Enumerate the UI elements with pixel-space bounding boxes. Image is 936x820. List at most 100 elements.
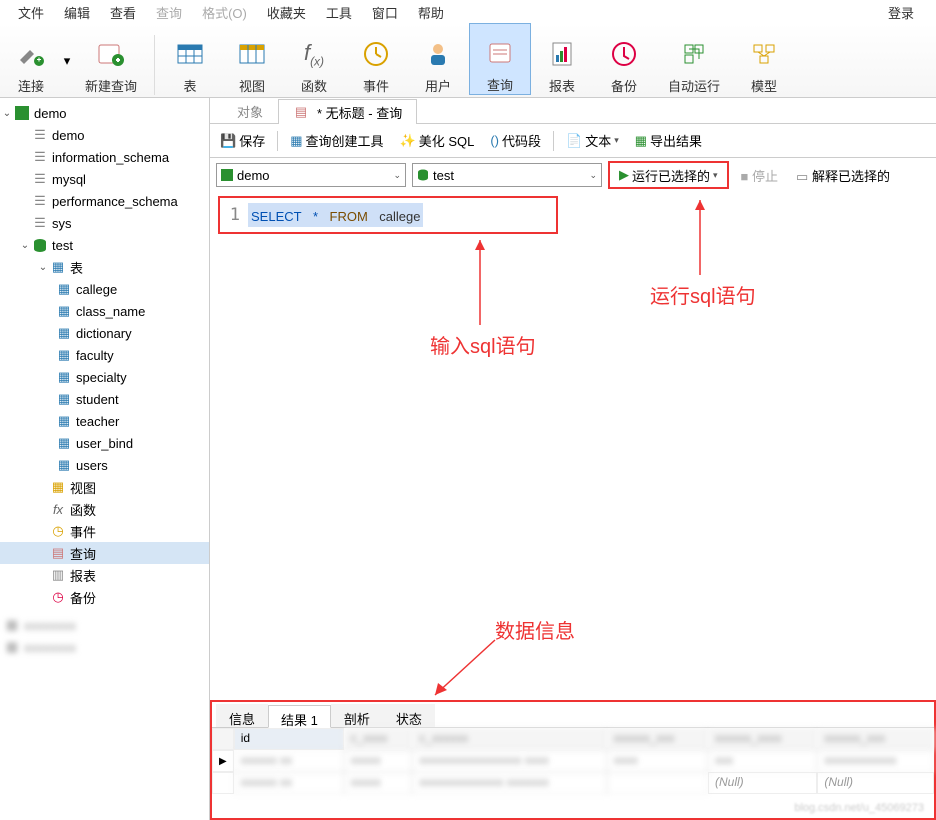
btn-save[interactable]: 💾保存 <box>216 128 269 153</box>
menu-file[interactable]: 文件 <box>8 0 54 26</box>
results-tab-info[interactable]: 信息 <box>216 704 268 727</box>
menu-tools[interactable]: 工具 <box>316 0 362 26</box>
grid-cell-blurred: xxxxx <box>344 772 413 794</box>
menu-view[interactable]: 查看 <box>100 0 146 26</box>
tree-table-faculty[interactable]: ▦faculty <box>0 344 209 366</box>
tree-db-sys[interactable]: ☰sys <box>0 212 209 234</box>
database-icon: ☰ <box>32 193 48 209</box>
tool-model[interactable]: 模型 <box>733 23 795 95</box>
btn-text[interactable]: 📄文本▾ <box>562 128 623 153</box>
tree-db-demo[interactable]: ☰demo <box>0 124 209 146</box>
tool-view-label: 视图 <box>239 76 265 95</box>
tree-db-mysql[interactable]: ☰mysql <box>0 168 209 190</box>
btn-code-snippet[interactable]: ()代码段 <box>486 128 545 153</box>
tree-db-label: demo <box>52 128 85 143</box>
grid-row[interactable]: ▶ xxxxxx xx xxxxx xxxxxxxxxxxxxxxxx xxxx… <box>212 750 934 772</box>
results-grid[interactable]: id c_xxxx c_xxxxxx xxxxxx_xxx xxxxxx_xxx… <box>212 728 934 794</box>
btn-beautify-sql[interactable]: ✨美化 SQL <box>396 128 479 153</box>
menu-query[interactable]: 查询 <box>146 0 192 26</box>
tool-report-label: 报表 <box>549 76 575 95</box>
results-tab-status[interactable]: 状态 <box>383 704 435 727</box>
tree-table-teacher[interactable]: ▦teacher <box>0 410 209 432</box>
menu-favorites[interactable]: 收藏夹 <box>257 0 316 26</box>
tool-user[interactable]: 用户 <box>407 23 469 95</box>
tree-db-label: performance_schema <box>52 194 178 209</box>
grid-row[interactable]: xxxxxx xx xxxxx xxxxxxxxxxxxxx xxxxxxx (… <box>212 772 934 794</box>
report-folder-icon: ▥ <box>50 567 66 583</box>
tree-table-callege[interactable]: ▦callege <box>0 278 209 300</box>
sql-star: * <box>313 209 318 224</box>
tree-db-test[interactable]: ⌄ test <box>0 234 209 256</box>
database-icon: ☰ <box>32 171 48 187</box>
tree-connection-demo[interactable]: ⌄ demo <box>0 102 209 124</box>
tree-table-userbind[interactable]: ▦user_bind <box>0 432 209 454</box>
user-icon <box>422 38 454 70</box>
tree-table-student[interactable]: ▦ student <box>0 388 209 410</box>
tool-query-label: 查询 <box>487 75 513 94</box>
tree-db-perfschema[interactable]: ☰ performance_schema <box>0 190 209 212</box>
backup-folder-icon: ◷ <box>50 589 66 605</box>
snippet-icon: () <box>490 133 499 148</box>
tree-table-label: user_bind <box>76 436 133 451</box>
tree-functions-folder[interactable]: fx函数 <box>0 498 209 520</box>
tree-folder-label: 事件 <box>70 522 96 541</box>
tree-tables-folder[interactable]: ⌄▦表 <box>0 256 209 278</box>
menubar: 文件 编辑 查看 查询 格式(O) 收藏夹 工具 窗口 帮助 登录 <box>0 0 936 24</box>
btn-export-results[interactable]: ▦导出结果 <box>631 128 706 153</box>
results-tab-result1[interactable]: 结果 1 <box>268 705 331 728</box>
tool-event[interactable]: 事件 <box>345 23 407 95</box>
btn-run-selected[interactable]: ▶ 运行已选择的 ▾ <box>611 164 726 186</box>
expander-icon[interactable]: ⌄ <box>0 108 14 119</box>
tree-reports-folder[interactable]: ▥报表 <box>0 564 209 586</box>
results-tab-profile[interactable]: 剖析 <box>331 704 383 727</box>
tree-views-folder[interactable]: ▦视图 <box>0 476 209 498</box>
database-active-icon <box>32 237 48 253</box>
tree-table-dictionary[interactable]: ▦dictionary <box>0 322 209 344</box>
tree-table-users[interactable]: ▦users <box>0 454 209 476</box>
autorun-icon <box>678 38 710 70</box>
tool-table[interactable]: 表 <box>159 23 221 95</box>
save-icon: 💾 <box>220 133 236 149</box>
grid-header-id[interactable]: id <box>234 728 344 750</box>
btn-query-builder[interactable]: ▦查询创建工具 <box>286 128 387 153</box>
text-icon: 📄 <box>566 133 582 149</box>
tool-query[interactable]: 查询 <box>469 23 531 95</box>
menu-login[interactable]: 登录 <box>878 0 924 26</box>
menu-window[interactable]: 窗口 <box>362 0 408 26</box>
tool-connect[interactable]: 连接 <box>0 23 62 95</box>
tree-queries-folder[interactable]: ▤查询 <box>0 542 209 564</box>
table-icon: ▦ <box>56 391 72 407</box>
dropdown-connection[interactable]: demo ⌄ <box>216 163 406 187</box>
menu-edit[interactable]: 编辑 <box>54 0 100 26</box>
dropdown-database[interactable]: test ⌄ <box>412 163 602 187</box>
connect-dropdown-arrow[interactable]: ▾ <box>62 53 72 69</box>
expander-icon[interactable]: ⌄ <box>36 262 50 273</box>
tab-query[interactable]: ▤ * 无标题 - 查询 <box>278 99 417 124</box>
sql-editor[interactable]: SELECT * FROM callege <box>248 203 423 227</box>
tree-table-label: student <box>76 392 119 407</box>
tool-function[interactable]: f(x) 函数 <box>283 23 345 95</box>
tool-autorun[interactable]: 自动运行 <box>655 23 733 95</box>
tree-folder-label: 备份 <box>70 588 96 607</box>
tool-connect-label: 连接 <box>18 76 44 95</box>
tree-table-classname[interactable]: ▦class_name <box>0 300 209 322</box>
expander-icon[interactable]: ⌄ <box>18 240 32 251</box>
tool-model-label: 模型 <box>751 76 777 95</box>
tree-db-label: test <box>52 238 73 253</box>
tool-view[interactable]: 视图 <box>221 23 283 95</box>
database-icon: ☰ <box>32 215 48 231</box>
tree-db-infoschema[interactable]: ☰information_schema <box>0 146 209 168</box>
tool-event-label: 事件 <box>363 76 389 95</box>
tree-events-folder[interactable]: ◷事件 <box>0 520 209 542</box>
tab-objects[interactable]: 对象 <box>222 98 278 123</box>
tree-backups-folder[interactable]: ◷备份 <box>0 586 209 608</box>
menu-help[interactable]: 帮助 <box>408 0 454 26</box>
tree-table-specialty[interactable]: ▦specialty <box>0 366 209 388</box>
tool-backup[interactable]: 备份 <box>593 23 655 95</box>
btn-explain-selected[interactable]: ▭ 解释已选择的 <box>790 166 896 185</box>
menu-format[interactable]: 格式(O) <box>192 0 257 26</box>
tool-report[interactable]: 报表 <box>531 23 593 95</box>
btn-explain-label: 解释已选择的 <box>812 169 890 184</box>
btn-run-label: 运行已选择的 <box>632 166 710 185</box>
tool-new-query[interactable]: 新建查询 <box>72 23 150 95</box>
